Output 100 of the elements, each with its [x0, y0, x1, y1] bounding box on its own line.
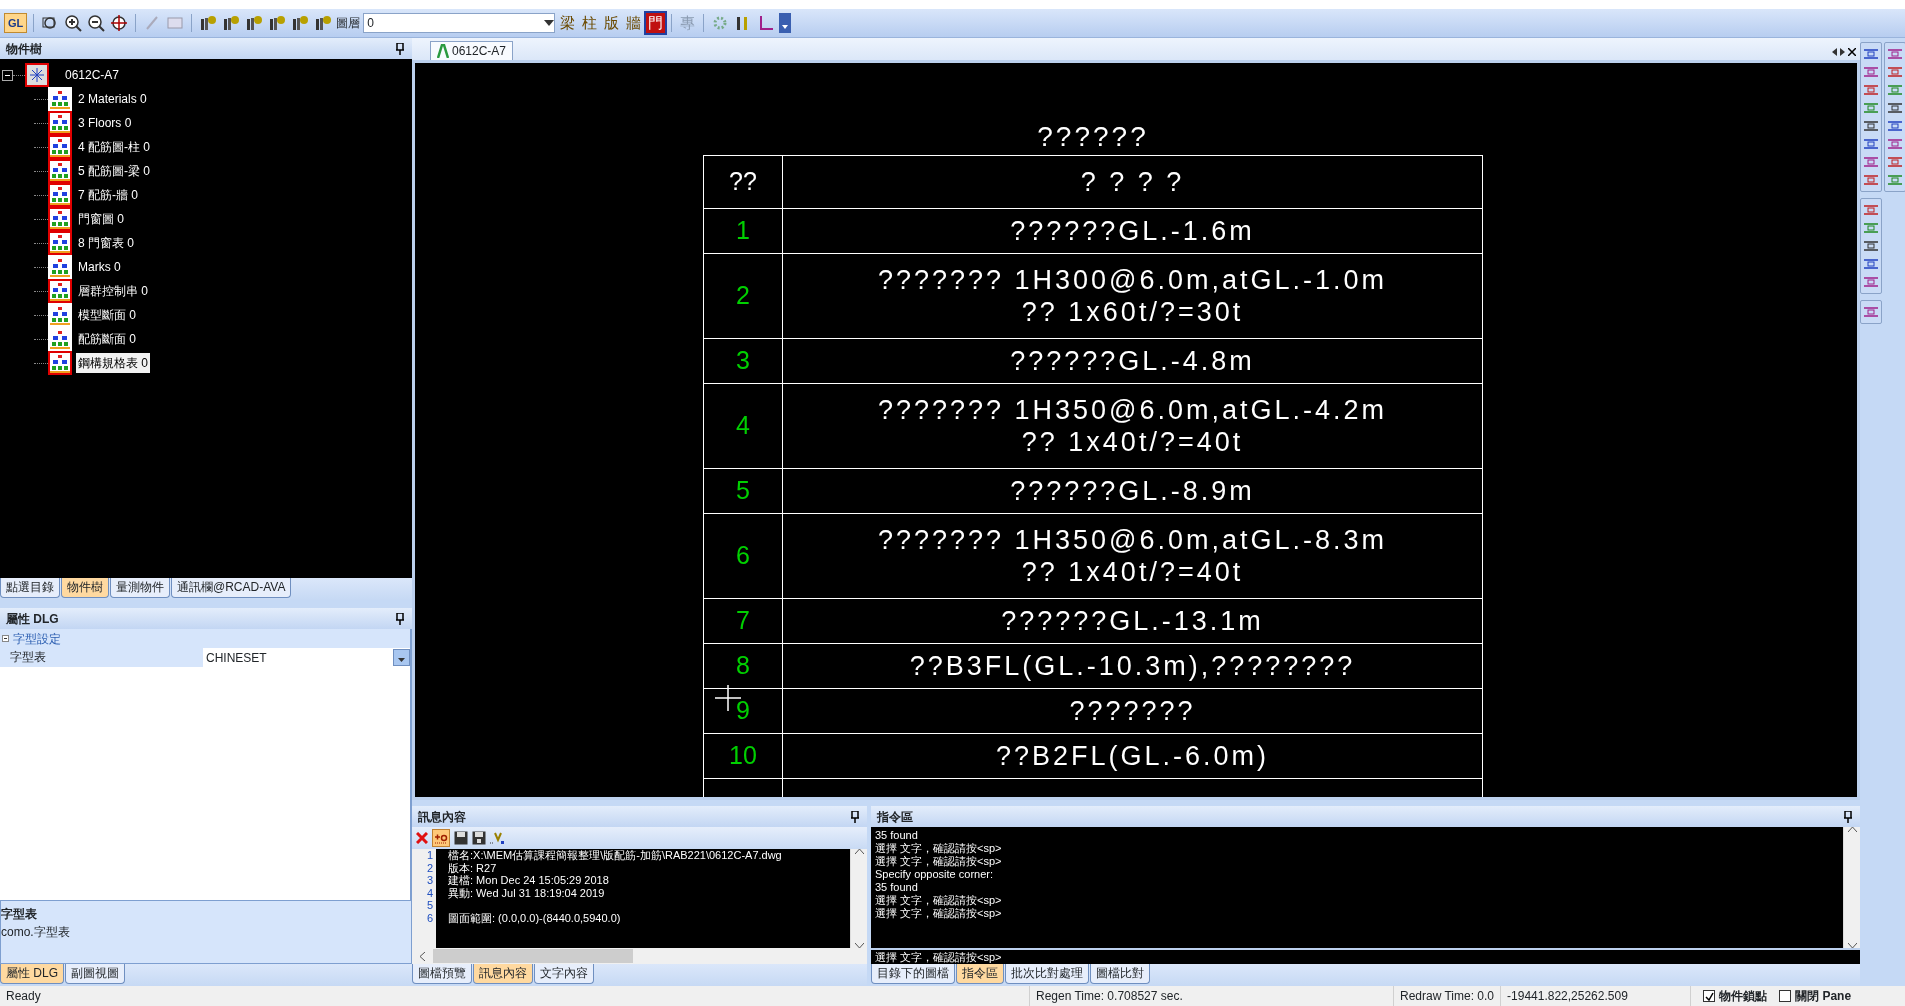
add-text-icon[interactable] — [432, 829, 450, 847]
row-number: 2 — [704, 254, 783, 338]
tree-item[interactable]: 7 配筋-牆 0 — [76, 185, 140, 205]
table-cell-text: ??????? — [1069, 695, 1196, 727]
command-input[interactable]: 選擇 文字，確認請按<sp> — [871, 948, 1860, 964]
tree-item[interactable]: 3 Floors 0 — [76, 113, 134, 133]
table-cell-text: ?? 1x60t/?=30t — [1021, 296, 1244, 328]
panel-tab[interactable]: 量測物件 — [110, 578, 170, 598]
panel-tab[interactable]: 屬性 DLG — [0, 964, 64, 984]
save-as-icon[interactable] — [472, 831, 486, 845]
zoom-in-icon[interactable] — [63, 13, 84, 33]
toolbar-button[interactable]: 版 — [602, 13, 622, 33]
tool-icon[interactable] — [1862, 202, 1880, 218]
pin-icon[interactable] — [851, 810, 859, 823]
overflow-icon[interactable] — [779, 13, 792, 33]
panel-title: 訊息內容 — [418, 808, 466, 826]
panel-tab[interactable]: 目錄下的圖檔 — [871, 964, 955, 984]
tree-item[interactable]: 層群控制串 0 — [76, 281, 150, 301]
tool-icon[interactable] — [1862, 172, 1880, 188]
toolbar-button[interactable]: 柱 — [580, 13, 600, 33]
scroll-up-icon[interactable] — [854, 849, 864, 854]
table-cell-text: ??????GL.-8.9m — [1010, 475, 1255, 507]
tool-icon[interactable] — [1862, 238, 1880, 254]
scroll-right-icon[interactable] — [1840, 48, 1845, 56]
property-dropdown[interactable]: CHINESET — [203, 648, 410, 667]
zoom-out-icon[interactable] — [86, 13, 107, 33]
tool-icon[interactable] — [1862, 136, 1880, 152]
tool-icon[interactable] — [1886, 100, 1904, 116]
layer-dropdown[interactable]: 0 — [363, 13, 556, 33]
tree-item[interactable]: 配筋斷面 0 — [76, 329, 138, 349]
panel-tab[interactable]: 指令區 — [956, 964, 1004, 984]
document-tab[interactable]: 0612C-A7 — [430, 41, 514, 60]
scroll-down-icon[interactable] — [1847, 943, 1857, 948]
tool-icon[interactable] — [1862, 304, 1880, 320]
pin-icon[interactable] — [396, 42, 404, 55]
tree-item[interactable]: 鋼構規格表 0 — [76, 353, 150, 373]
tree-item[interactable]: 5 配筋圖-梁 0 — [76, 161, 152, 181]
toolbar-button[interactable]: 梁 — [558, 13, 578, 33]
close-icon[interactable] — [1848, 48, 1856, 56]
panel-tab[interactable]: 副圖視圖 — [65, 964, 125, 984]
panel-tab[interactable]: 點選目錄 — [0, 578, 60, 598]
command-history-line: 選擇 文字，確認請按<sp> — [875, 894, 1003, 907]
panel-tab[interactable]: 圖檔比對 — [1090, 964, 1150, 984]
layers-icon[interactable] — [290, 13, 311, 33]
panel-tab[interactable]: 通訊欄@RCAD-AVA — [171, 578, 292, 598]
tool-icon[interactable] — [1862, 46, 1880, 62]
table-cell-text: ??????GL.-1.6m — [1010, 215, 1255, 247]
row-number: 4 — [704, 384, 783, 468]
panel-tab[interactable]: 物件樹 — [61, 578, 109, 598]
layers-icon[interactable] — [221, 13, 242, 33]
tree-item[interactable]: 0612C-A7 — [63, 65, 122, 85]
layers-icon[interactable] — [198, 13, 219, 33]
scroll-down-icon[interactable] — [854, 943, 864, 948]
scroll-up-icon[interactable] — [1847, 827, 1857, 832]
tree-item[interactable]: 4 配筋圖-柱 0 — [76, 137, 152, 157]
status-text: Ready — [0, 986, 1030, 1006]
tree-item[interactable]: 門窗圖 0 — [76, 209, 126, 229]
zoom-extents-icon[interactable] — [109, 13, 130, 33]
scroll-left-icon[interactable] — [420, 951, 425, 961]
collapse-icon[interactable] — [2, 69, 13, 81]
panel-title: 屬性 DLG — [6, 610, 59, 628]
tool-icon[interactable] — [1886, 136, 1904, 152]
panel-tab[interactable]: 訊息內容 — [473, 964, 533, 984]
checkbox[interactable] — [1779, 990, 1792, 1002]
panel-tab[interactable]: 圖檔預覽 — [412, 964, 472, 984]
dropdown-arrow-icon — [398, 657, 405, 662]
gl-button[interactable]: GL — [4, 13, 28, 33]
tool-icon[interactable] — [1886, 64, 1904, 80]
scroll-left-icon[interactable] — [1832, 48, 1837, 56]
table-cell-text: ??????GL.-13.1m — [1001, 605, 1264, 637]
layers-icon[interactable] — [244, 13, 265, 33]
delete-icon[interactable] — [416, 832, 428, 844]
tool-icon[interactable] — [1886, 46, 1904, 62]
collapse-icon[interactable] — [2, 635, 9, 642]
tree-item[interactable]: 2 Materials 0 — [76, 89, 149, 109]
layers-icon[interactable] — [313, 13, 334, 33]
checkbox[interactable] — [1703, 990, 1716, 1002]
tree-item[interactable]: Marks 0 — [76, 257, 123, 277]
tool-icon[interactable] — [1862, 274, 1880, 290]
tool-icon[interactable] — [1862, 154, 1880, 170]
toolbar-button[interactable]: 牆 — [624, 13, 644, 33]
tool-icon[interactable] — [1886, 154, 1904, 170]
save-icon[interactable] — [454, 831, 468, 845]
pin-icon[interactable] — [1844, 810, 1852, 823]
filter-icon[interactable] — [490, 831, 506, 845]
scrollbar-thumb[interactable] — [433, 949, 633, 963]
property-category[interactable]: 字型設定 — [13, 629, 61, 648]
pin-icon[interactable] — [396, 612, 404, 625]
tool-icon[interactable] — [1886, 118, 1904, 134]
layers-icon[interactable] — [267, 13, 288, 33]
tool-icon[interactable] — [1862, 64, 1880, 80]
tool-icon[interactable] — [1862, 118, 1880, 134]
tree-item[interactable]: 8 門窗表 0 — [76, 233, 136, 253]
toolbar-button[interactable]: 門 — [646, 13, 666, 33]
tool-icon[interactable] — [1862, 82, 1880, 98]
tree-item[interactable]: 模型斷面 0 — [76, 305, 138, 325]
table-cell-text: ??????? 1H350@6.0m,atGL.-4.2m — [877, 394, 1388, 426]
panel-tab[interactable]: 文字內容 — [534, 964, 594, 984]
tool-icon[interactable] — [1862, 256, 1880, 272]
panel-tab[interactable]: 批次比對處理 — [1005, 964, 1089, 984]
